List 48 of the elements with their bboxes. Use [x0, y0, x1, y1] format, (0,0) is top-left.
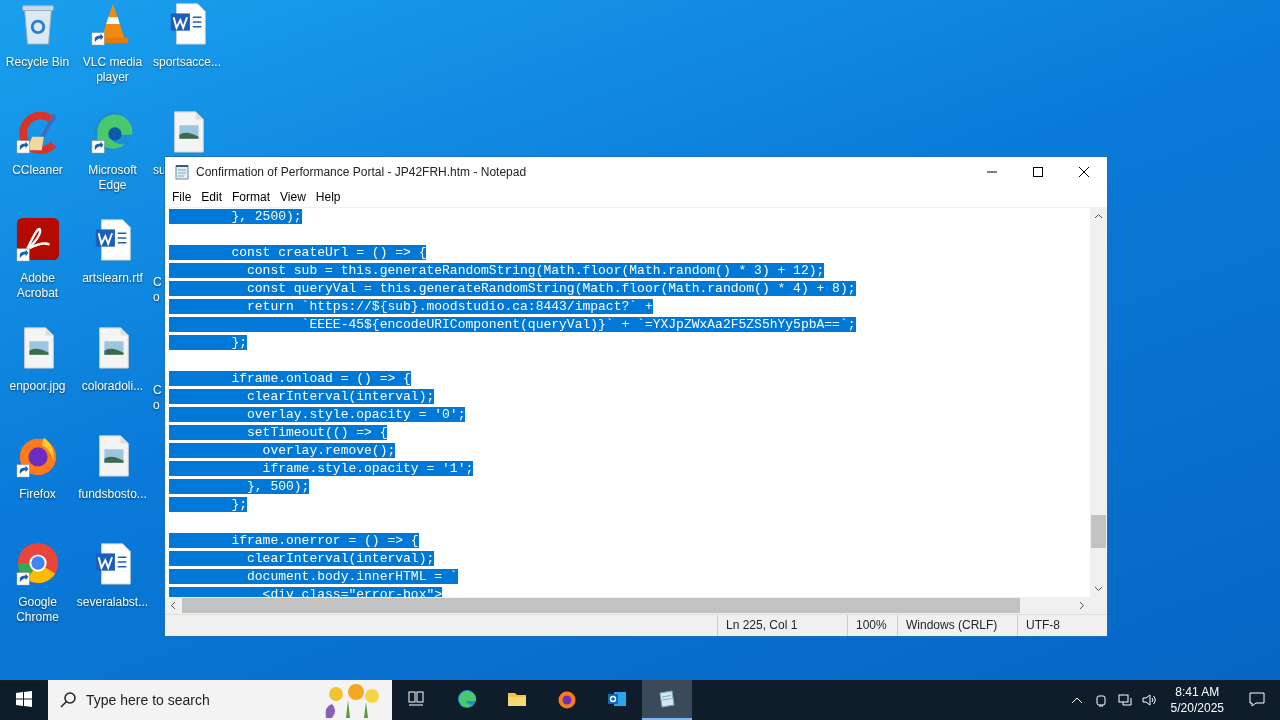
icon-label: VLC media player: [82, 55, 143, 85]
scroll-thumb[interactable]: [1091, 515, 1106, 548]
icon-label: artslearn.rtf: [82, 271, 143, 286]
icon-label: Firefox: [19, 487, 56, 502]
notepad-icon: [657, 689, 677, 709]
mail-app-icon: [607, 689, 627, 709]
icon-label: fundsbosto...: [78, 487, 147, 502]
icon-label: enpoor.jpg: [9, 379, 66, 394]
close-icon: [1078, 166, 1090, 178]
speech-bubble-icon: [1248, 690, 1266, 708]
search-icon: [60, 692, 76, 708]
status-text: UTF-8: [1017, 615, 1107, 636]
maximize-icon: [1032, 166, 1044, 178]
status-text: 100%: [847, 615, 897, 636]
clock[interactable]: 8:41 AM 5/20/2025: [1160, 684, 1234, 716]
icon-label: coloradoli...: [81, 379, 144, 394]
icon-label: su: [152, 163, 166, 178]
speaker-icon[interactable]: [1140, 692, 1157, 708]
scroll-thumb[interactable]: [182, 598, 1020, 613]
windows-logo-icon: [16, 691, 32, 707]
browser-icon: [557, 689, 577, 709]
icon-label: Microsoft Edge: [88, 163, 137, 193]
menu-item[interactable]: Edit: [196, 188, 228, 206]
icon-label: Recycle Bin: [5, 55, 70, 70]
search-field[interactable]: Type here to search: [48, 680, 392, 720]
menu-item[interactable]: Help: [310, 188, 346, 206]
icon-label: Adobe Acrobat: [16, 271, 59, 301]
icon-label: Google Chrome: [16, 595, 59, 625]
network-icon[interactable]: [1116, 692, 1133, 708]
swirl-icon: [457, 689, 477, 709]
window-title: Confirmation of Performance Portal - JP42FRH.htm - Notepad: [196, 164, 528, 181]
browser-icon[interactable]: [14, 540, 61, 586]
status-text: Windows (CRLF): [897, 615, 1017, 636]
menu-item[interactable]: Format: [227, 188, 276, 206]
menu-item[interactable]: View: [275, 188, 311, 206]
icon-label: sportsacce...: [152, 55, 222, 70]
icon-label: C o: [152, 275, 162, 305]
icon-label: severalabst...: [76, 595, 149, 610]
vertical-scrollbar[interactable]: [1090, 208, 1107, 597]
taskbar-app[interactable]: [642, 680, 692, 720]
pdf-icon[interactable]: [14, 216, 61, 262]
icon-label: CCleaner: [12, 163, 63, 178]
horizontal-scrollbar[interactable]: [165, 597, 1107, 614]
notepad-icon: [174, 164, 190, 180]
icon-label: C o: [152, 383, 162, 413]
task-view-icon: [407, 689, 427, 709]
status-text: Ln 225, Col 1: [717, 615, 847, 636]
menu-item[interactable]: File: [167, 188, 197, 206]
